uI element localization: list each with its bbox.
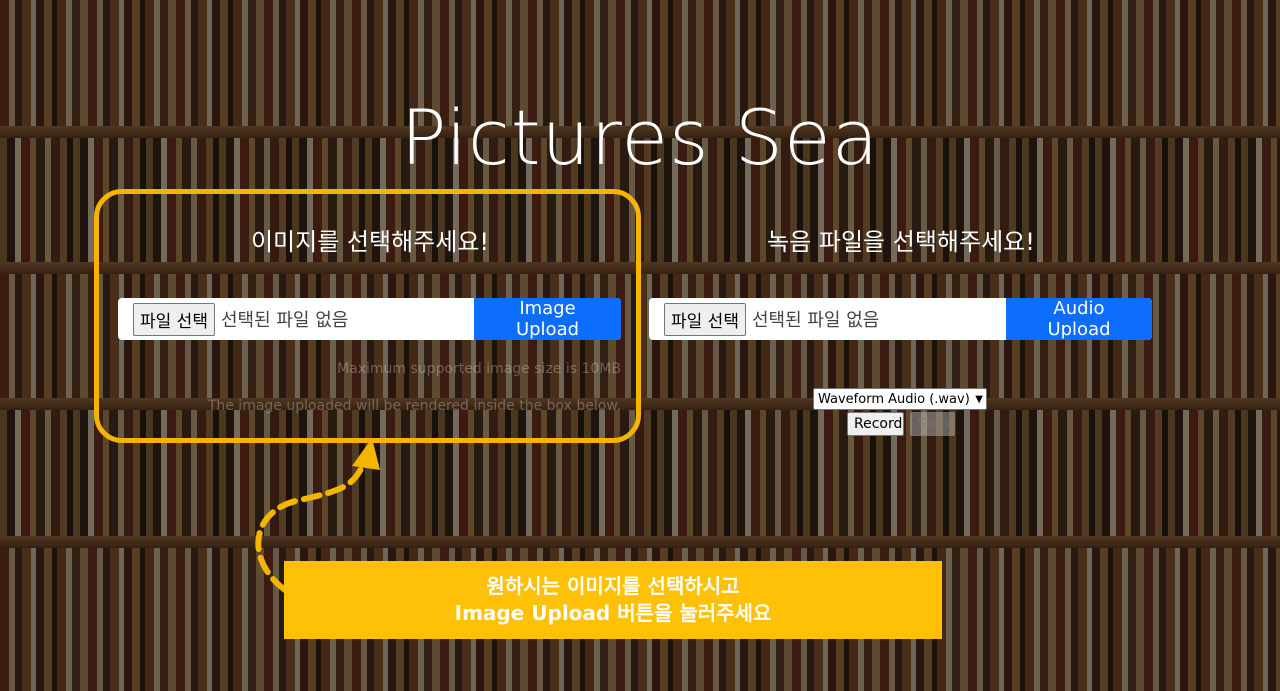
audio-choose-file-button[interactable]: 파일 선택 [664, 302, 746, 336]
audio-no-file-text: 선택된 파일 없음 [751, 310, 880, 331]
tutorial-callout: 원하시는 이미지를 선택하시고 Image Upload 버튼을 눌러주세요 [284, 561, 942, 639]
audio-format-value: Waveform Audio (.wav) [818, 391, 970, 407]
tutorial-highlight-box [94, 189, 641, 443]
record-button[interactable]: Record [847, 412, 904, 436]
stop-button[interactable]: Stop [910, 412, 955, 436]
page-title: Pictures Sea [400, 93, 880, 182]
audio-file-row: 파일 선택 선택된 파일 없음 Audio Upload [649, 298, 1152, 340]
audio-section-heading: 녹음 파일을 선택해주세요! [767, 228, 1035, 256]
audio-format-select[interactable]: Waveform Audio (.wav) ▼ [813, 388, 987, 410]
chevron-down-icon: ▼ [975, 393, 983, 405]
tutorial-callout-line2: Image Upload 버튼을 눌러주세요 [454, 601, 772, 625]
tutorial-callout-line1: 원하시는 이미지를 선택하시고 [486, 574, 740, 598]
audio-upload-button[interactable]: Audio Upload [1006, 298, 1152, 340]
audio-file-input[interactable]: 파일 선택 선택된 파일 없음 [649, 298, 1006, 340]
